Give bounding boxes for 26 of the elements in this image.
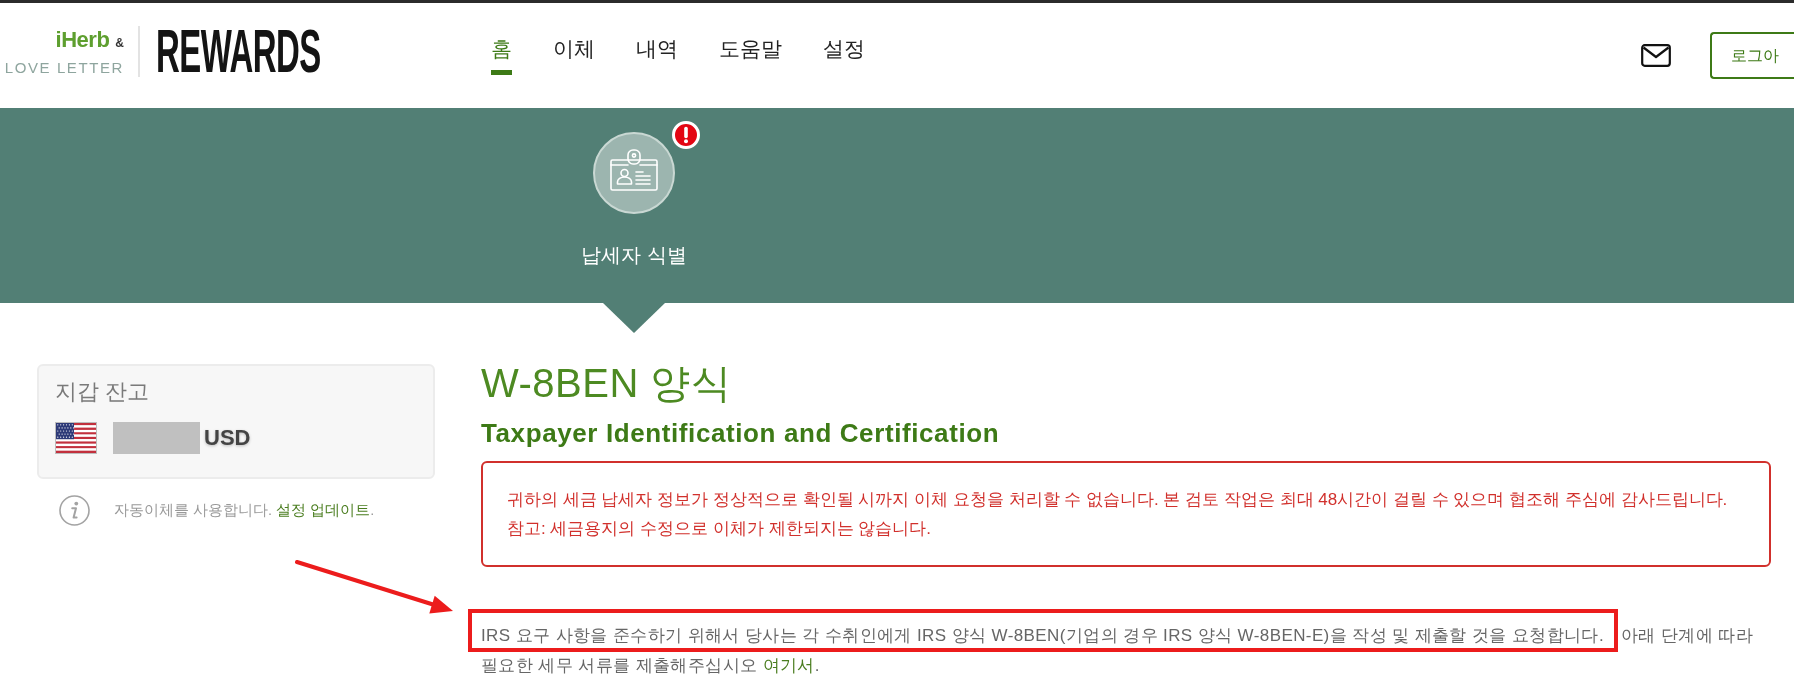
logout-button[interactable]: 로그아 [1710,32,1794,79]
instruction-text: 필요한 세무 서류를 제출해주십시오 여기서. [481,655,821,677]
highlighted-sentence: IRS 요구 사항을 준수하기 위해서 당사는 각 수취인에게 IRS 양식 W-8BEN(기업의 경우 IRS 양식 W-8BEN-E)을 작성 및 제출할 것을 요청합니다. [468,609,1619,652]
auto-transfer-note: 자동이체를 사용합니다. 설정 업데이트. [114,500,375,520]
info-icon [59,495,90,526]
currency-label: USD [204,424,251,452]
program-name: REWARDS [156,21,321,82]
mail-icon[interactable] [1641,44,1671,67]
ampersand: & [115,36,124,49]
alert-message: 귀하의 세금 납세자 정보가 정상적으로 확인될 시까지 이체 요청을 처리할 수 없습니다. 본 검토 작업은 최대 48시간이 걸릴 수 있으며 협조해 주심에 감사드립니다. 참고: 세금용지의 수정으로 이체가 제한되지는 않습니다. [481,461,1771,567]
partner-name: LOVE LETTER [4,59,124,75]
nav-tab[interactable]: 이체 [553,36,595,75]
brand-name: iHerb [55,28,110,51]
wallet-title: 지갑 잔고 [55,378,151,406]
nav-tab[interactable]: 설정 [823,36,865,75]
nav-tab[interactable]: 홈 [491,36,512,75]
settings-link[interactable]: 설정 업데이트 [276,501,371,518]
nav-tab[interactable]: 내역 [636,36,678,75]
here-link[interactable]: 여기서 [762,656,815,675]
nav-tab[interactable]: 도움말 [719,36,782,75]
form-subtitle: Taxpayer Identification and Certification [481,417,1001,449]
step-label: 납세자 식별 [581,243,687,268]
flag-icon [55,422,97,454]
instruction-text: 아래 단계에 따라 [1620,625,1754,647]
form-title: W-8BEN 양식 [481,360,733,406]
id-card-icon [593,132,675,214]
